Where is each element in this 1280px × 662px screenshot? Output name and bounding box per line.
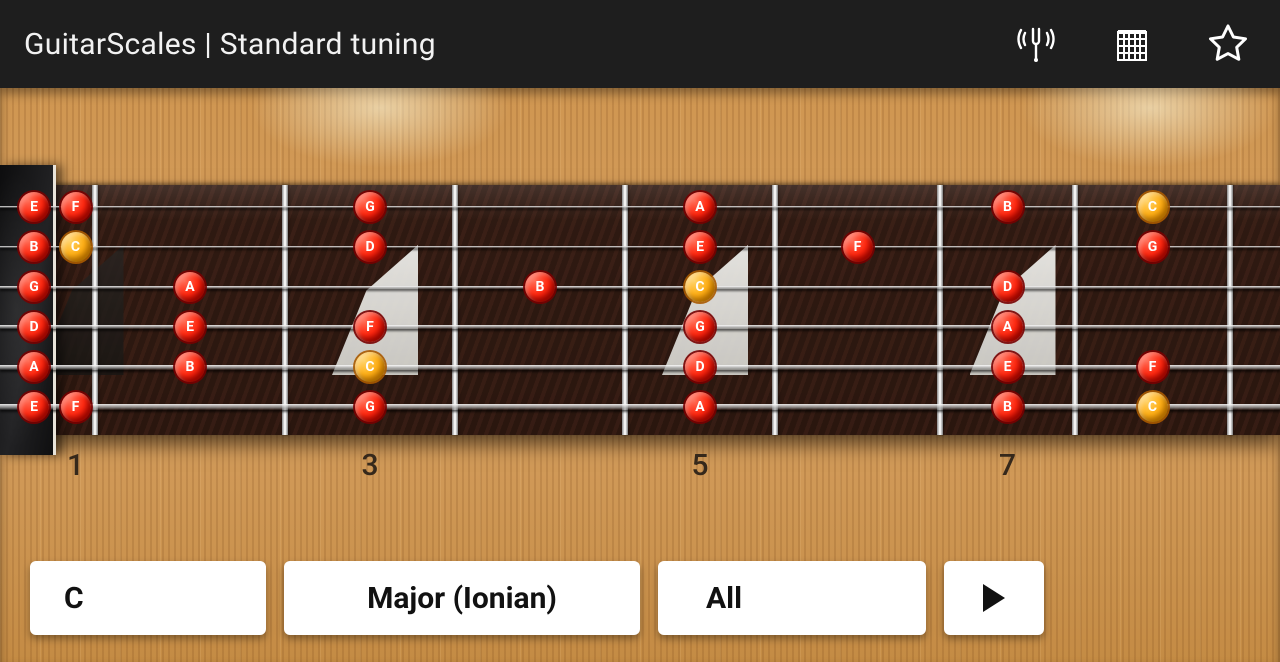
note-dot[interactable]: G: [355, 392, 385, 422]
note-dot[interactable]: C: [355, 352, 385, 382]
note-dot[interactable]: D: [19, 312, 49, 342]
note-dot[interactable]: F: [1138, 352, 1168, 382]
fret-wire: [772, 185, 778, 435]
note-dot[interactable]: F: [61, 192, 91, 222]
note-dot[interactable]: G: [19, 272, 49, 302]
note-dot[interactable]: A: [19, 352, 49, 382]
chord-diagram-icon[interactable]: [1104, 16, 1160, 72]
fret-number-label: 5: [691, 448, 708, 483]
scale-select-button[interactable]: Major (Ionian): [284, 561, 640, 635]
fret-wire: [622, 185, 628, 435]
app-header: GuitarScales | Standard tuning: [0, 0, 1280, 88]
note-dot[interactable]: C: [1138, 192, 1168, 222]
string-6[interactable]: [0, 404, 1280, 410]
note-dot[interactable]: C: [61, 232, 91, 262]
note-dot[interactable]: G: [355, 192, 385, 222]
fret-wire: [1227, 185, 1233, 435]
play-icon: [983, 584, 1005, 612]
filter-select-button[interactable]: All: [658, 561, 926, 635]
string-2[interactable]: [0, 246, 1280, 248]
note-dot[interactable]: E: [993, 352, 1023, 382]
note-dot[interactable]: F: [355, 312, 385, 342]
note-dot[interactable]: B: [525, 272, 555, 302]
note-dot[interactable]: E: [175, 312, 205, 342]
note-dot[interactable]: E: [19, 192, 49, 222]
note-dot[interactable]: G: [1138, 232, 1168, 262]
app-title: GuitarScales | Standard tuning: [24, 27, 436, 62]
note-dot[interactable]: C: [1138, 392, 1168, 422]
fret-wire: [937, 185, 943, 435]
fret-wire: [92, 185, 98, 435]
play-button[interactable]: [944, 561, 1044, 635]
fret-number-label: 7: [999, 448, 1016, 483]
bottom-controls: C Major (Ionian) All: [0, 552, 1280, 662]
tuning-fork-icon[interactable]: [1008, 16, 1064, 72]
key-select-button[interactable]: C: [30, 561, 266, 635]
note-dot[interactable]: B: [993, 392, 1023, 422]
note-dot[interactable]: A: [175, 272, 205, 302]
fretboard-area: EFGABCBCDEFGGABCDDEFGAABCDEFEFGABC C Maj…: [0, 88, 1280, 662]
fret-number-label: 3: [361, 448, 378, 483]
note-dot[interactable]: D: [993, 272, 1023, 302]
fret-number-label: 1: [67, 448, 84, 483]
note-dot[interactable]: A: [685, 392, 715, 422]
note-dot[interactable]: G: [685, 312, 715, 342]
note-dot[interactable]: E: [19, 392, 49, 422]
note-dot[interactable]: F: [61, 392, 91, 422]
note-dot[interactable]: A: [993, 312, 1023, 342]
fret-wire: [282, 185, 288, 435]
note-dot[interactable]: B: [993, 192, 1023, 222]
star-outline-icon[interactable]: [1200, 16, 1256, 72]
fretboard[interactable]: EFGABCBCDEFGGABCDDEFGAABCDEFEFGABC: [0, 185, 1280, 435]
note-dot[interactable]: F: [843, 232, 873, 262]
note-dot[interactable]: B: [19, 232, 49, 262]
note-dot[interactable]: A: [685, 192, 715, 222]
string-1[interactable]: [0, 206, 1280, 208]
note-dot[interactable]: E: [685, 232, 715, 262]
fret-wire: [452, 185, 458, 435]
note-dot[interactable]: B: [175, 352, 205, 382]
note-dot[interactable]: C: [685, 272, 715, 302]
fret-wire: [1072, 185, 1078, 435]
note-dot[interactable]: D: [685, 352, 715, 382]
note-dot[interactable]: D: [355, 232, 385, 262]
